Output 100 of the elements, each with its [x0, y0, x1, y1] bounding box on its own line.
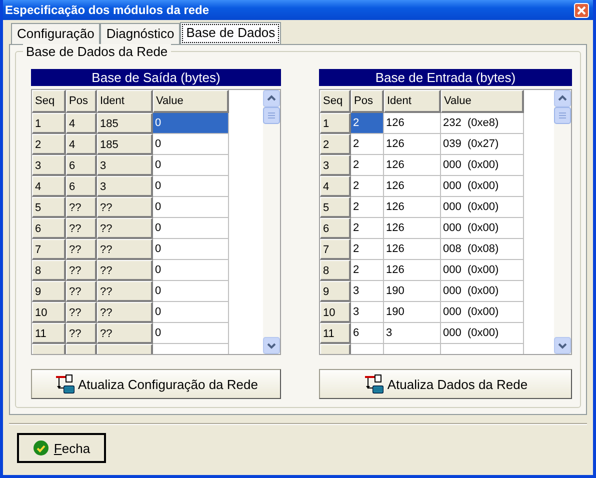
table-cell: 2: [351, 113, 384, 134]
table-cell: 7: [32, 239, 66, 260]
table-cell: 3: [320, 155, 351, 176]
table-cell: ??: [97, 281, 153, 302]
table-cell: 185: [97, 134, 153, 155]
table-cell: 6: [66, 155, 97, 176]
table-cell: 3: [97, 155, 153, 176]
table-cell: 190: [384, 281, 441, 302]
table-cell: 185: [97, 113, 153, 134]
tab[interactable]: Base de Dados: [180, 22, 282, 45]
table-cell: ??: [97, 260, 153, 281]
table-cell: 0: [153, 113, 229, 134]
table-cell: 6: [320, 218, 351, 239]
column-header[interactable]: Ident: [97, 90, 153, 113]
table-title: Base de Saída (bytes): [31, 69, 281, 86]
scrollbar[interactable]: [263, 90, 280, 354]
column-header[interactable]: Value: [153, 90, 229, 113]
table-cell: 126: [384, 218, 441, 239]
table-cell: ??: [66, 239, 97, 260]
table-cell: 0: [153, 197, 229, 218]
table-cell: 126: [384, 113, 441, 134]
table-cell: 000 (0x00): [441, 323, 524, 344]
table-cell: 3: [32, 155, 66, 176]
table-cell: 2: [351, 176, 384, 197]
table-cell: 2: [351, 155, 384, 176]
scroll-thumb-icon[interactable]: [554, 107, 571, 124]
column-header[interactable]: Ident: [384, 90, 441, 113]
close-icon[interactable]: [574, 2, 589, 18]
column-header[interactable]: Seq: [32, 90, 66, 113]
table-cell: 0: [153, 260, 229, 281]
scroll-up-icon[interactable]: [263, 90, 280, 107]
table-cell: 2: [32, 134, 66, 155]
table-cell: 8: [32, 260, 66, 281]
update-button[interactable]: Atualiza Configuração da Rede: [31, 369, 281, 399]
network-icon: [363, 373, 386, 395]
tab[interactable]: Diagnóstico: [100, 23, 180, 44]
scroll-thumb-icon[interactable]: [263, 107, 280, 124]
table-cell: 2: [320, 134, 351, 155]
table-title: Base de Entrada (bytes): [319, 69, 572, 86]
table-cell: 10: [320, 302, 351, 323]
table-cell: ??: [66, 302, 97, 323]
table-cell: 0: [153, 281, 229, 302]
table-cell: 000 (0x00): [441, 155, 524, 176]
table-cell: 5: [32, 197, 66, 218]
table-cell: 0: [153, 176, 229, 197]
table-cell: 6: [351, 323, 384, 344]
table-cell: ??: [97, 239, 153, 260]
table-cell: ??: [97, 323, 153, 344]
table-cell: 126: [384, 197, 441, 218]
group-title: Base de Dados da Rede: [23, 44, 171, 59]
table-cell: 7: [320, 239, 351, 260]
scroll-down-icon[interactable]: [263, 337, 280, 354]
table-cell: 2: [351, 260, 384, 281]
table-cell: 000 (0x00): [441, 176, 524, 197]
table-cell: 4: [66, 134, 97, 155]
table-cell: 3: [384, 323, 441, 344]
table-cell: 1: [320, 113, 351, 134]
table-cell: 126: [384, 176, 441, 197]
scroll-up-icon[interactable]: [554, 90, 571, 107]
column-header[interactable]: Pos: [351, 90, 384, 113]
table-cell: 9: [32, 281, 66, 302]
table-cell: 0: [153, 323, 229, 344]
table-cell: 2: [351, 239, 384, 260]
table-cell: 2: [351, 197, 384, 218]
column-header[interactable]: Value: [441, 90, 524, 113]
network-icon: [54, 373, 76, 395]
table-cell: 6: [66, 176, 97, 197]
table-cell: 3: [351, 302, 384, 323]
table-cell: 1: [32, 113, 66, 134]
table-cell: 4: [320, 176, 351, 197]
table-cell: ??: [97, 197, 153, 218]
table-cell: 232 (0xe8): [441, 113, 524, 134]
column-header[interactable]: Seq: [320, 90, 351, 113]
column-header[interactable]: Pos: [66, 90, 97, 113]
table-cell: 000 (0x00): [441, 302, 524, 323]
table-cell: 2: [351, 134, 384, 155]
table-cell: 5: [320, 197, 351, 218]
check-icon: [32, 440, 49, 456]
table-cell: 126: [384, 134, 441, 155]
table-cell: 2: [351, 218, 384, 239]
close-button[interactable]: Fecha: [17, 433, 106, 463]
scroll-down-icon[interactable]: [554, 337, 571, 354]
table-cell: 000 (0x00): [441, 197, 524, 218]
window-title: Especificação dos módulos da rede: [5, 3, 210, 17]
table-cell: ??: [66, 197, 97, 218]
table-cell: 0: [153, 218, 229, 239]
table-cell: ??: [66, 218, 97, 239]
table-cell: ??: [66, 281, 97, 302]
table-cell: 008 (0x08): [441, 239, 524, 260]
table-cell: 0: [153, 155, 229, 176]
table-cell: 000 (0x00): [441, 260, 524, 281]
table-cell: 11: [32, 323, 66, 344]
table-cell: 0: [153, 239, 229, 260]
table-cell: 039 (0x27): [441, 134, 524, 155]
tab[interactable]: Configuração: [11, 23, 100, 44]
table-cell: 4: [66, 113, 97, 134]
table-cell: ??: [66, 260, 97, 281]
update-button[interactable]: Atualiza Dados da Rede: [319, 369, 572, 399]
table-cell: 6: [32, 218, 66, 239]
scrollbar[interactable]: [554, 90, 571, 354]
